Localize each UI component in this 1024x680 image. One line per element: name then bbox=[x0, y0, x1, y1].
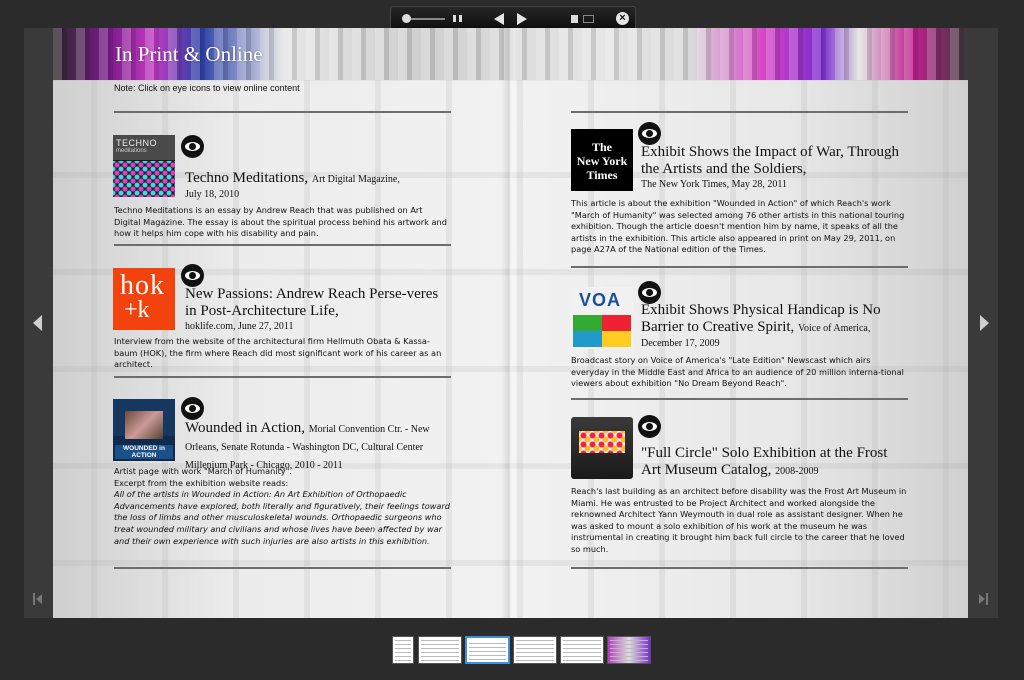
eye-icon[interactable] bbox=[181, 264, 204, 287]
page-thumbnail[interactable] bbox=[607, 636, 651, 664]
frost-museum-catalog-thumbnail bbox=[571, 417, 633, 479]
item-description: Reach's last building as an architect be… bbox=[571, 486, 907, 554]
two-page-icon[interactable] bbox=[453, 15, 462, 22]
divider bbox=[571, 111, 908, 113]
divider bbox=[571, 398, 908, 400]
page-thumbnail[interactable] bbox=[392, 636, 414, 664]
item-description: Artist page with work "March of Humanity… bbox=[114, 466, 450, 546]
page-note: Note: Click on eye icons to view online … bbox=[114, 83, 300, 93]
eye-icon[interactable] bbox=[181, 135, 204, 158]
next-page-icon[interactable] bbox=[517, 13, 527, 25]
hok-logo-thumbnail: hok +k bbox=[113, 268, 175, 330]
wounded-in-action-thumbnail: WOUNDED in ACTION bbox=[113, 399, 175, 461]
new-york-times-thumbnail: The New York Times bbox=[571, 129, 633, 191]
close-icon[interactable]: × bbox=[616, 12, 629, 25]
item-title: Exhibit Shows the Impact of War, Through… bbox=[641, 144, 900, 190]
item-description: Broadcast story on Voice of America's "L… bbox=[571, 355, 904, 389]
page-thumbnail[interactable] bbox=[513, 636, 557, 664]
item-description: Techno Meditations is an essay by Andrew… bbox=[114, 205, 447, 239]
item-title: "Full Circle" Solo Exhibition at the Fro… bbox=[641, 445, 888, 478]
page-thumbnail-current[interactable] bbox=[465, 636, 510, 664]
book-spine bbox=[501, 28, 519, 618]
item-title: Techno Meditations, Art Digital Magazine… bbox=[185, 170, 400, 200]
viewer-toolbar: × bbox=[390, 6, 636, 30]
previous-page-icon[interactable] bbox=[494, 13, 504, 25]
flip-forward-arrow-icon[interactable] bbox=[980, 315, 989, 331]
voice-of-america-thumbnail: VOA bbox=[571, 287, 633, 349]
zoom-slider-handle[interactable] bbox=[402, 14, 411, 23]
page-title: In Print & Online bbox=[115, 42, 263, 66]
item-title: New Passions: Andrew Reach Perse-veres i… bbox=[185, 286, 439, 332]
double-page-view-icon[interactable] bbox=[583, 15, 594, 23]
item-title: Exhibit Shows Physical Handicap is No Ba… bbox=[641, 302, 881, 349]
divider bbox=[114, 567, 451, 569]
item-description: Interview from the website of the archit… bbox=[114, 336, 442, 370]
single-page-view-icon[interactable] bbox=[571, 15, 578, 23]
divider bbox=[571, 266, 908, 268]
first-page-icon[interactable] bbox=[33, 593, 43, 605]
flip-back-arrow-icon[interactable] bbox=[33, 315, 42, 331]
divider bbox=[114, 111, 451, 113]
techno-meditations-thumbnail: TECHNO meditations bbox=[113, 135, 175, 197]
item-description: This article is about the exhibition "Wo… bbox=[571, 198, 905, 255]
page-thumbnail[interactable] bbox=[418, 636, 462, 664]
divider bbox=[114, 376, 451, 378]
eye-icon[interactable] bbox=[638, 415, 661, 438]
eye-icon[interactable] bbox=[638, 281, 661, 304]
last-page-icon[interactable] bbox=[978, 593, 988, 605]
eye-icon[interactable] bbox=[181, 397, 204, 420]
eye-icon[interactable] bbox=[638, 122, 661, 145]
page-thumbnail[interactable] bbox=[560, 636, 604, 664]
divider bbox=[114, 244, 451, 246]
book-spread: In Print & Online Note: Click on eye ico… bbox=[53, 28, 968, 618]
divider bbox=[571, 567, 908, 569]
